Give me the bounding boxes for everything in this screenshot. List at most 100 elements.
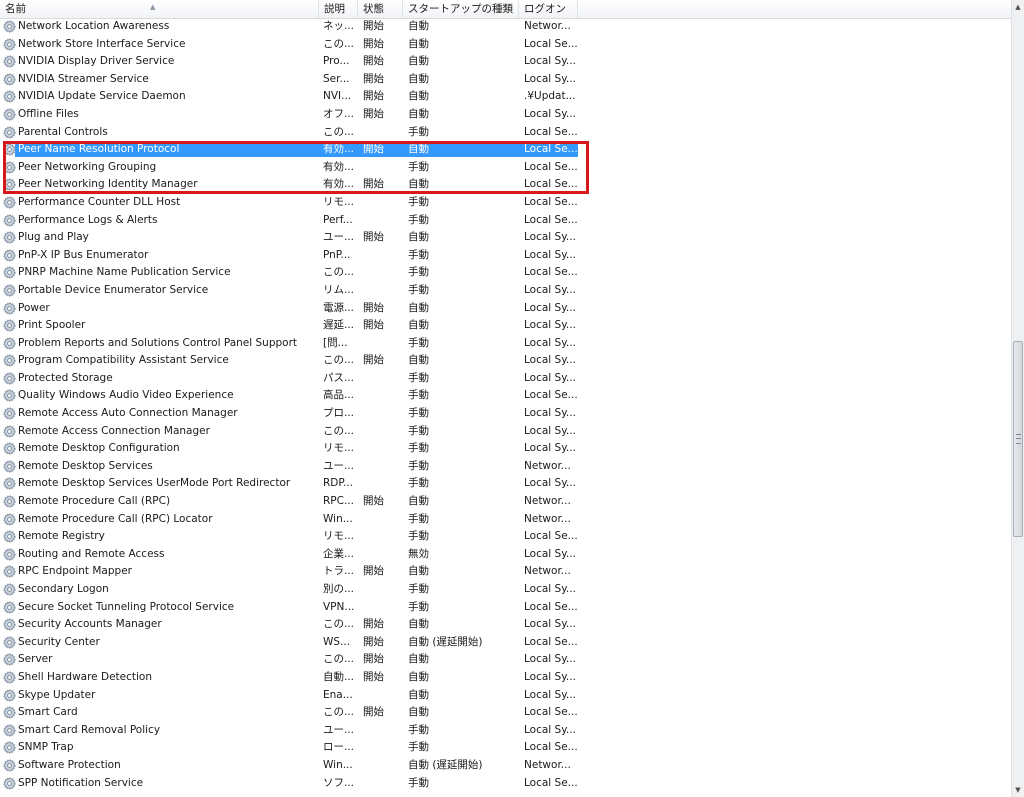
- table-row[interactable]: Parental Controls この... 手動 Local Se...: [0, 124, 1011, 142]
- service-logon: Local Se...: [524, 776, 578, 789]
- table-row[interactable]: NVIDIA Update Service Daemon NVI... 開始 自…: [0, 88, 1011, 106]
- table-row[interactable]: Plug and Play ユー... 開始 自動 Local Sy...: [0, 229, 1011, 247]
- table-row[interactable]: Smart Card Removal Policy ユー... 手動 Local…: [0, 722, 1011, 740]
- service-status: [363, 282, 403, 300]
- scroll-thumb[interactable]: [1013, 341, 1023, 537]
- gear-icon: [3, 55, 16, 68]
- service-logon: Local Sy...: [524, 583, 576, 595]
- service-startup-type: 自動: [408, 55, 429, 68]
- table-row[interactable]: NVIDIA Display Driver Service Pro... 開始 …: [0, 53, 1011, 71]
- table-row[interactable]: Print Spooler 遅延... 開始 自動 Local Sy...: [0, 317, 1011, 335]
- service-startup-type: 手動: [408, 477, 429, 490]
- table-row[interactable]: Power 電源... 開始 自動 Local Sy...: [0, 300, 1011, 318]
- table-row[interactable]: Performance Logs & Alerts Perf... 手動 Loc…: [0, 212, 1011, 230]
- service-status: [363, 405, 403, 423]
- grip-icon: [1016, 434, 1021, 444]
- vertical-scrollbar[interactable]: ▲ ▼: [1011, 0, 1024, 797]
- service-name: NVIDIA Update Service Daemon: [18, 90, 186, 103]
- table-row[interactable]: Smart Card この... 開始 自動 Local Se...: [0, 704, 1011, 722]
- table-row[interactable]: Portable Device Enumerator Service リム...…: [0, 282, 1011, 300]
- column-header-name[interactable]: 名前 ▲: [0, 0, 319, 18]
- table-row[interactable]: Remote Access Connection Manager この... 手…: [0, 423, 1011, 441]
- service-name: Remote Procedure Call (RPC): [18, 495, 171, 508]
- gear-icon: [3, 653, 16, 666]
- column-header-logon[interactable]: ログオン: [519, 0, 578, 18]
- service-name: Performance Counter DLL Host: [18, 195, 181, 208]
- service-status: 開始: [363, 565, 384, 578]
- column-header-description[interactable]: 説明: [319, 0, 358, 18]
- scroll-down-arrow-icon[interactable]: ▼: [1012, 783, 1024, 797]
- column-header-startup-type[interactable]: スタートアップの種類: [403, 0, 519, 18]
- service-description: ロー...: [323, 741, 355, 754]
- service-status: [363, 440, 403, 458]
- service-name: Security Center: [18, 635, 100, 648]
- service-status: 開始: [363, 319, 384, 332]
- table-row[interactable]: Security Accounts Manager この... 開始 自動 Lo…: [0, 616, 1011, 634]
- scroll-up-arrow-icon[interactable]: ▲: [1012, 0, 1024, 14]
- gear-icon: [3, 600, 16, 614]
- table-row[interactable]: Offline Files オフ... 開始 自動 Local Sy...: [0, 106, 1011, 124]
- table-row[interactable]: Problem Reports and Solutions Control Pa…: [0, 335, 1011, 353]
- service-description: 自動...: [323, 670, 355, 683]
- table-row[interactable]: Remote Desktop Configuration リモ... 手動 Lo…: [0, 440, 1011, 458]
- table-row[interactable]: SPP Notification Service ソフ... 手動 Local …: [0, 775, 1011, 793]
- service-logon: .¥Updat...: [524, 90, 576, 103]
- column-header-status[interactable]: 状態: [358, 0, 403, 18]
- service-description: この...: [323, 618, 355, 631]
- table-row[interactable]: Quality Windows Audio Video Experience 高…: [0, 387, 1011, 405]
- table-row[interactable]: Network Store Interface Service この... 開始…: [0, 36, 1011, 54]
- table-row[interactable]: SNMP Trap ロー... 手動 Local Se...: [0, 739, 1011, 757]
- service-description: この...: [323, 424, 355, 437]
- service-startup-type: 手動: [408, 248, 429, 261]
- table-row[interactable]: Remote Procedure Call (RPC) Locator Win.…: [0, 511, 1011, 529]
- service-logon: Networ...: [524, 512, 571, 525]
- table-row[interactable]: Performance Counter DLL Host リモ... 手動 Lo…: [0, 194, 1011, 212]
- table-row[interactable]: Secondary Logon 別の... 手動 Local Sy...: [0, 581, 1011, 599]
- service-status: [363, 124, 403, 142]
- table-row[interactable]: Remote Desktop Services ユー... 手動 Networ.…: [0, 458, 1011, 476]
- service-startup-type: 手動: [408, 407, 429, 420]
- table-row[interactable]: Software Protection Win... 自動 (遅延開始) Net…: [0, 757, 1011, 775]
- table-row[interactable]: Remote Desktop Services UserMode Port Re…: [0, 475, 1011, 493]
- table-row[interactable]: Skype Updater Ena... 自動 Local Sy...: [0, 687, 1011, 705]
- table-row[interactable]: NVIDIA Streamer Service Ser... 開始 自動 Loc…: [0, 71, 1011, 89]
- service-startup-type: 自動: [408, 72, 429, 85]
- table-row[interactable]: Security Center WS... 開始 自動 (遅延開始) Local…: [0, 634, 1011, 652]
- service-name: Shell Hardware Detection: [18, 670, 152, 683]
- service-logon: Networ...: [524, 459, 571, 472]
- table-row[interactable]: Network Location Awareness ネッ... 開始 自動 N…: [0, 18, 1011, 36]
- service-name: SNMP Trap: [18, 741, 74, 754]
- service-status: 開始: [363, 107, 384, 120]
- service-startup-type: 手動: [408, 583, 429, 595]
- service-status: 開始: [363, 231, 384, 244]
- service-logon: Local Sy...: [524, 55, 576, 68]
- table-row[interactable]: Routing and Remote Access 企業... 無効 Local…: [0, 546, 1011, 564]
- table-row[interactable]: Remote Procedure Call (RPC) RPC... 開始 自動…: [0, 493, 1011, 511]
- table-row[interactable]: Secure Socket Tunneling Protocol Service…: [0, 599, 1011, 617]
- service-logon: Local Sy...: [524, 618, 576, 631]
- gear-icon: [3, 301, 16, 315]
- gear-icon: [3, 460, 16, 473]
- service-description: Pro...: [323, 55, 350, 68]
- table-row[interactable]: PNRP Machine Name Publication Service この…: [0, 264, 1011, 282]
- service-status: 開始: [363, 20, 384, 32]
- service-logon: Local Sy...: [524, 354, 576, 367]
- table-row[interactable]: Remote Access Auto Connection Manager プロ…: [0, 405, 1011, 423]
- column-header-startup-type-label: スタートアップの種類: [408, 3, 513, 15]
- service-startup-type: 手動: [408, 741, 429, 754]
- service-logon: Local Se...: [524, 741, 578, 754]
- gear-icon: [3, 354, 16, 367]
- service-logon: Networ...: [524, 495, 571, 508]
- table-row[interactable]: Server この... 開始 自動 Local Sy...: [0, 651, 1011, 669]
- table-row[interactable]: Program Compatibility Assistant Service …: [0, 352, 1011, 370]
- table-row[interactable]: PnP-X IP Bus Enumerator PnP... 手動 Local …: [0, 247, 1011, 265]
- table-row[interactable]: Protected Storage パス... 手動 Local Sy...: [0, 370, 1011, 388]
- table-row[interactable]: Remote Registry リモ... 手動 Local Se...: [0, 528, 1011, 546]
- service-name: Remote Access Connection Manager: [18, 424, 210, 437]
- service-name: Smart Card Removal Policy: [18, 723, 161, 736]
- table-row[interactable]: RPC Endpoint Mapper トラ... 開始 自動 Networ..…: [0, 563, 1011, 581]
- service-description: 高品...: [323, 389, 355, 402]
- service-startup-type: 手動: [408, 336, 429, 349]
- table-row[interactable]: Shell Hardware Detection 自動... 開始 自動 Loc…: [0, 669, 1011, 687]
- service-status: [363, 212, 403, 230]
